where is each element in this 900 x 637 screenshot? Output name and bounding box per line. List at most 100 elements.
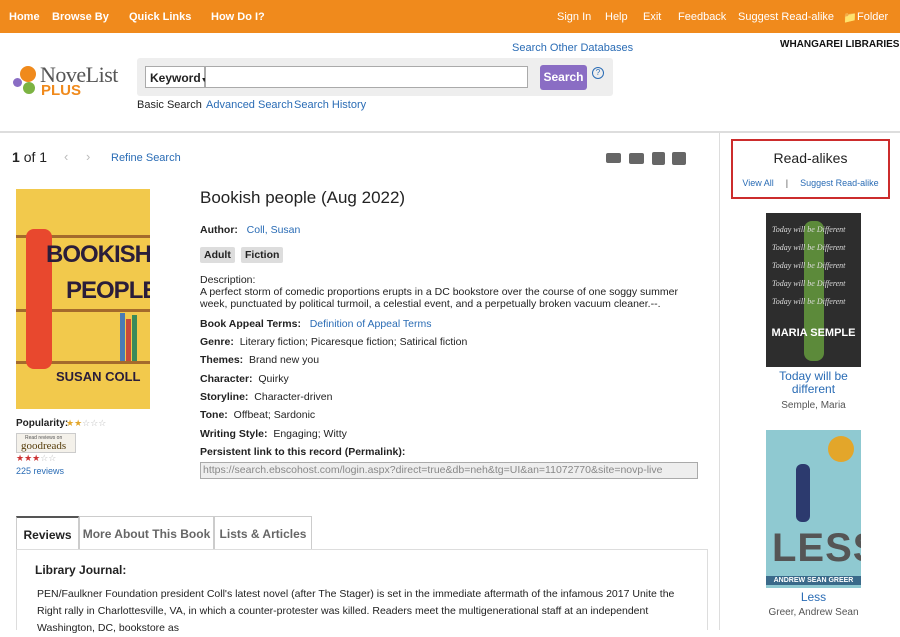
sidebar-divider [719, 133, 720, 630]
popularity-label: Popularity: [16, 418, 69, 429]
logo-dot-green-icon [23, 82, 35, 94]
readalike-title-2[interactable]: Less [768, 590, 859, 604]
previous-result-icon[interactable]: ‹ [64, 149, 68, 164]
logo-dot-orange-icon [20, 66, 36, 82]
themes-row: Themes: Brand new you [200, 354, 319, 366]
themes-value: Brand new you [249, 354, 320, 366]
award-badge-icon [828, 436, 854, 462]
writing-style-label: Writing Style: [200, 428, 268, 440]
search-history-link[interactable]: Search History [294, 99, 366, 111]
storyline-label: Storyline: [200, 391, 249, 403]
book-title: Bookish people (Aug 2022) [200, 188, 406, 207]
readalike-author-2: Greer, Andrew Sean [768, 607, 859, 618]
review-source: Library Journal: [35, 563, 127, 577]
tab-lists-articles[interactable]: Lists & Articles [214, 516, 312, 550]
search-other-databases-link[interactable]: Search Other Databases [512, 42, 633, 54]
review-text: PEN/Faulkner Foundation president Coll's… [37, 588, 675, 634]
search-field-select[interactable]: Keyword▼ [145, 66, 208, 88]
genre-value: Literary fiction; Picaresque fiction; Sa… [239, 336, 468, 348]
cover-title-line-1: BOOKISH [46, 241, 150, 268]
appeal-definition-link[interactable]: Definition of Appeal Terms [310, 318, 432, 330]
readalike-cover-1-author: MARIA SEMPLE [771, 327, 856, 339]
email-icon[interactable] [629, 153, 644, 164]
cover-script-line: Today will be Different [772, 243, 846, 252]
readalikes-links: View All | Suggest Read-alike [742, 178, 879, 188]
nav-home[interactable]: Home [9, 11, 40, 23]
cover-book [132, 315, 137, 361]
badge-genre: Fiction [241, 247, 284, 263]
character-value: Quirky [258, 373, 289, 385]
goodreads-logo: goodreads [21, 440, 67, 452]
advanced-search-link[interactable]: Advanced Search [206, 99, 293, 111]
refine-search-link[interactable]: Refine Search [111, 152, 181, 164]
badge-audience: Adult [200, 247, 235, 263]
themes-label: Themes: [200, 354, 244, 366]
reviews-count-link[interactable]: 225 reviews [16, 466, 64, 476]
writing-style-row: Writing Style: Engaging; Witty [200, 428, 347, 440]
book-cover[interactable]: BOOKISH PEOPLE SUSAN COLL [16, 189, 150, 409]
top-navigation-bar: Home Browse By Quick Links How Do I? Sig… [0, 0, 900, 33]
author-link[interactable]: Coll, Susan [247, 224, 301, 236]
cover-script-line: Today will be Different [772, 261, 846, 270]
character-label: Character: [200, 373, 253, 385]
author-row: Author: Coll, Susan [200, 224, 300, 236]
permalink-label: Persistent link to this record (Permalin… [200, 446, 406, 458]
nav-feedback[interactable]: Feedback [678, 11, 726, 23]
goodreads-badge[interactable]: Read reviews on goodreads [16, 433, 76, 453]
nav-sign-in[interactable]: Sign In [557, 11, 591, 23]
cover-book [120, 313, 125, 361]
result-count: 1 of 1 [12, 149, 48, 165]
readalike-cover-1[interactable]: Today will be Different Today will be Di… [766, 213, 861, 367]
permalink-field[interactable]: https://search.ebscohost.com/login.aspx?… [200, 462, 698, 479]
readalikes-header-box: Read-alikes View All | Suggest Read-alike [731, 139, 890, 199]
storyline-row: Storyline: Character-driven [200, 391, 332, 403]
genre-label: Genre: [200, 336, 234, 348]
cover-figure [796, 464, 810, 522]
nav-quick-links[interactable]: Quick Links [129, 11, 191, 23]
tab-more-about-this-book[interactable]: More About This Book [79, 516, 214, 550]
appeal-label: Book Appeal Terms: [200, 318, 301, 330]
writing-style-value: Engaging; Witty [273, 428, 347, 440]
library-name: WHANGAREI LIBRARIES [780, 39, 900, 50]
basic-search-link[interactable]: Basic Search [137, 99, 202, 111]
help-icon[interactable]: ? [592, 67, 604, 79]
goodreads-stars: ★★★☆☆ [16, 453, 57, 463]
genre-row: Genre: Literary fiction; Picaresque fict… [200, 336, 467, 348]
cover-script-line: Today will be Different [772, 279, 846, 288]
suggest-readalike-link[interactable]: Suggest Read-alike [800, 178, 879, 188]
readalike-title-1[interactable]: Today will be different [768, 370, 859, 396]
popularity-stars: ★★☆☆☆ [66, 418, 107, 428]
search-input[interactable] [205, 66, 528, 88]
character-row: Character: Quirky [200, 373, 289, 385]
readalike-author-1: Semple, Maria [781, 400, 846, 411]
nav-folder[interactable]: Folder [857, 11, 888, 23]
search-button[interactable]: Search [540, 65, 587, 90]
save-icon[interactable] [652, 152, 665, 165]
nav-suggest-readalike[interactable]: Suggest Read-alike [738, 11, 834, 23]
logo-dot-purple-icon [13, 78, 22, 87]
nav-help[interactable]: Help [605, 11, 628, 23]
storyline-value: Character-driven [254, 391, 333, 403]
readalike-cover-2[interactable]: LESS ANDREW SEAN GREER [766, 430, 861, 588]
novelist-plus-logo[interactable]: NoveList PLUS [10, 62, 125, 102]
next-result-icon[interactable]: › [86, 149, 90, 164]
tone-label: Tone: [200, 409, 228, 421]
readalike-cover-2-title: LESS [772, 526, 861, 570]
view-all-link[interactable]: View All [742, 178, 773, 188]
nav-exit[interactable]: Exit [643, 11, 661, 23]
cover-script-line: Today will be Different [772, 225, 846, 234]
author-label: Author: [200, 224, 238, 236]
tab-reviews[interactable]: Reviews [16, 516, 79, 550]
readalikes-title: Read-alikes [773, 150, 848, 166]
appeal-row: Book Appeal Terms: Definition of Appeal … [200, 318, 432, 330]
tone-value: Offbeat; Sardonic [233, 409, 316, 421]
cover-script-line: Today will be Different [772, 297, 846, 306]
cover-title-line-2: PEOPLE [66, 277, 150, 304]
description-text: A perfect storm of comedic proportions e… [200, 286, 678, 310]
add-to-folder-icon[interactable] [672, 152, 686, 165]
tone-row: Tone: Offbeat; Sardonic [200, 409, 315, 421]
nav-how-do-i[interactable]: How Do I? [211, 11, 265, 23]
nav-browse-by[interactable]: Browse By [52, 11, 109, 23]
print-icon[interactable] [606, 153, 621, 163]
folder-icon[interactable]: 📁 [843, 11, 857, 24]
